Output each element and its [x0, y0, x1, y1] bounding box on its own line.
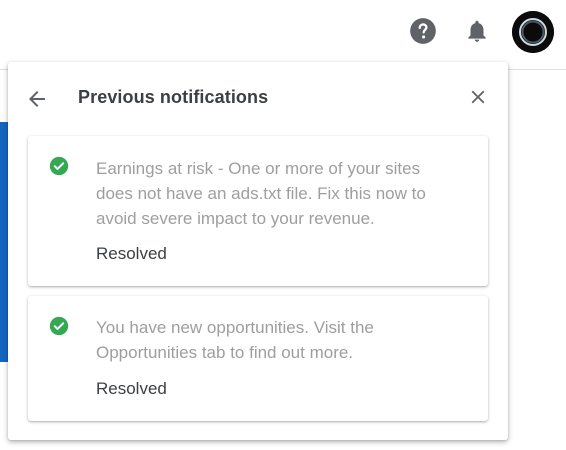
notifications-panel: Previous notifications Earnings at risk …: [8, 62, 508, 440]
notification-status: Resolved: [96, 244, 167, 263]
account-avatar[interactable]: [512, 11, 554, 53]
help-icon[interactable]: [407, 15, 439, 47]
close-icon: [471, 90, 485, 104]
close-button[interactable]: [463, 82, 493, 112]
notification-card: Earnings at risk - One or more of your s…: [28, 136, 488, 286]
check-circle-icon: [49, 156, 69, 176]
panel-title: Previous notifications: [78, 87, 269, 107]
notification-status: Resolved: [96, 379, 167, 398]
notification-text: You have new opportunities. Visit the Op…: [96, 318, 374, 362]
notification-card: You have new opportunities. Visit the Op…: [28, 296, 488, 421]
notification-text: Earnings at risk - One or more of your s…: [96, 159, 426, 228]
check-circle-icon: [49, 316, 69, 336]
arrow-left-icon: [29, 91, 45, 107]
back-button[interactable]: [22, 84, 52, 114]
panel-header: Previous notifications: [8, 62, 508, 132]
notifications-bell-icon[interactable]: [461, 15, 493, 47]
